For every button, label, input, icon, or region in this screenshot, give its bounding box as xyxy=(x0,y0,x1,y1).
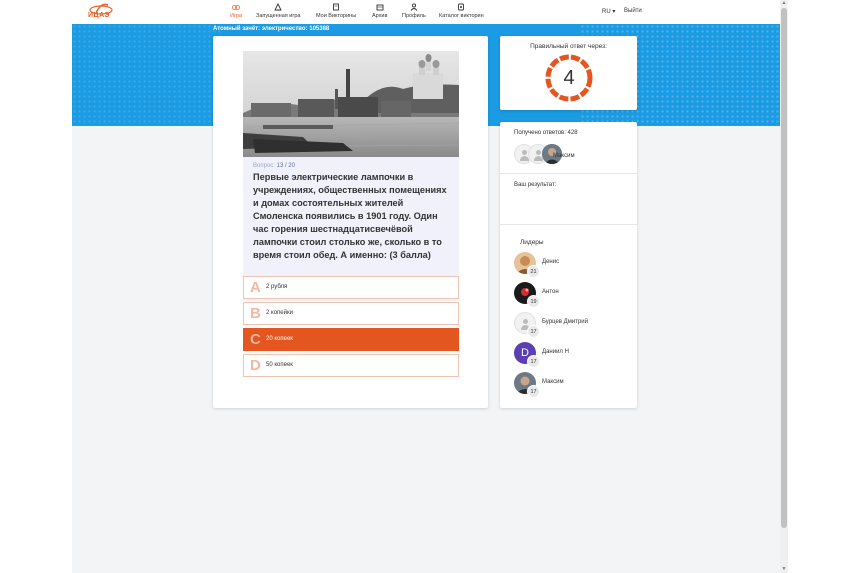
logo-text: ИЦАЭ xyxy=(88,12,111,19)
question-counter-label: Вопрос: xyxy=(253,163,275,169)
my-quizzes-icon xyxy=(333,3,340,11)
game-icon xyxy=(232,5,240,10)
running-game-icon xyxy=(274,3,282,11)
nav-archive-label: Архив xyxy=(372,13,388,19)
profile-icon xyxy=(410,3,418,11)
question-counter-value: 13 / 20 xyxy=(276,163,295,169)
historic-photo-image xyxy=(243,51,459,157)
divider xyxy=(500,224,637,225)
answer-letter-b: B xyxy=(250,305,261,322)
catalog-icon xyxy=(458,3,465,11)
nav-profile[interactable]: Профиль xyxy=(402,3,426,19)
player-name: Максим xyxy=(553,153,575,159)
question-card: Вопрос: 13 / 20 Первые электрические лам… xyxy=(213,36,488,408)
leaders-heading: Лидеры xyxy=(520,239,544,246)
nav-game[interactable]: Игра xyxy=(230,3,242,19)
nav-game-label: Игра xyxy=(230,13,243,19)
answers-received: Получено ответов: 428 xyxy=(514,130,578,136)
nav-running-game[interactable]: Запущенная игра xyxy=(256,3,300,19)
app-viewport: ИЦАЭ Игра Запущенная игра Мои Викторины … xyxy=(72,0,780,573)
leader-name: Максим xyxy=(542,379,564,385)
leader-name: Даниил Н xyxy=(542,349,569,355)
answer-text-d: 50 копеек xyxy=(266,362,293,368)
question-photo xyxy=(243,51,459,157)
leader-item: 17 Максим xyxy=(514,372,634,398)
scrollbar-thumb[interactable] xyxy=(781,8,787,528)
nav-my-quizzes-label: Мои Викторины xyxy=(316,13,357,19)
answer-text-c: 20 копеек xyxy=(266,336,293,342)
answer-text-a: 2 рубля xyxy=(266,284,288,290)
leader-score: 17 xyxy=(527,385,540,398)
nav-running-game-label: Запущенная игра xyxy=(256,13,301,19)
scroll-down-arrow-icon[interactable]: ▼ xyxy=(781,566,787,572)
answer-text-b: 2 копейки xyxy=(266,310,293,316)
nav-catalog-label: Каталог викторин xyxy=(439,13,484,19)
answer-letter-a: A xyxy=(250,279,261,296)
leader-item: 17 Бурцев Дмитрий xyxy=(514,312,634,338)
page-scrollbar[interactable]: ▲ ▼ xyxy=(780,0,788,573)
nav-my-quizzes[interactable]: Мои Викторины xyxy=(316,3,356,19)
archive-icon xyxy=(376,4,384,11)
top-navigation: ИЦАЭ Игра Запущенная игра Мои Викторины … xyxy=(72,0,780,24)
leader-score: 21 xyxy=(527,265,540,278)
nav-profile-label: Профиль xyxy=(402,13,426,19)
leader-name: Бурцев Дмитрий xyxy=(542,319,588,325)
answer-letter-d: D xyxy=(250,357,261,374)
answer-option-d[interactable]: D 50 копеек xyxy=(243,354,459,377)
nav-archive[interactable]: Архив xyxy=(372,3,387,19)
divider xyxy=(500,173,637,174)
leader-score: 19 xyxy=(527,295,540,308)
timer-label: Правильный ответ через: xyxy=(530,43,607,50)
timer-seconds: 4 xyxy=(563,67,575,89)
leader-item: D 17 Даниил Н xyxy=(514,342,634,368)
scroll-up-arrow-icon[interactable]: ▲ xyxy=(781,0,787,6)
timer-card: Правильный ответ через: 4 xyxy=(500,36,637,110)
leader-score: 17 xyxy=(527,355,540,368)
players-card: Получено ответов: 428 Максим Ваш результ… xyxy=(500,122,637,408)
answer-option-c[interactable]: C 20 копеек xyxy=(243,328,459,351)
question-counter: Вопрос: 13 / 20 xyxy=(253,163,449,169)
language-selector[interactable]: RU ▾ xyxy=(602,8,615,15)
leader-score: 17 xyxy=(527,325,540,338)
nav-catalog[interactable]: Каталог викторин xyxy=(439,3,484,19)
tournament-title: Атомный зачёт: электричество: 105388 xyxy=(213,26,330,32)
logout-link[interactable]: Выйти xyxy=(624,8,642,14)
your-result-label: Ваш результат: xyxy=(514,182,557,188)
answer-letter-c: C xyxy=(250,331,261,348)
leader-name: Антон xyxy=(542,289,559,295)
leader-item: 19 Антон xyxy=(514,282,634,308)
question-text: Первые электрические лампочки в учрежден… xyxy=(253,172,447,260)
answer-option-b[interactable]: B 2 копейки xyxy=(243,302,459,325)
leader-name: Денис xyxy=(542,259,560,265)
leader-item: 21 Денис xyxy=(514,252,634,278)
answer-option-a[interactable]: A 2 рубля xyxy=(243,276,459,299)
hero-dots-left xyxy=(72,24,222,126)
